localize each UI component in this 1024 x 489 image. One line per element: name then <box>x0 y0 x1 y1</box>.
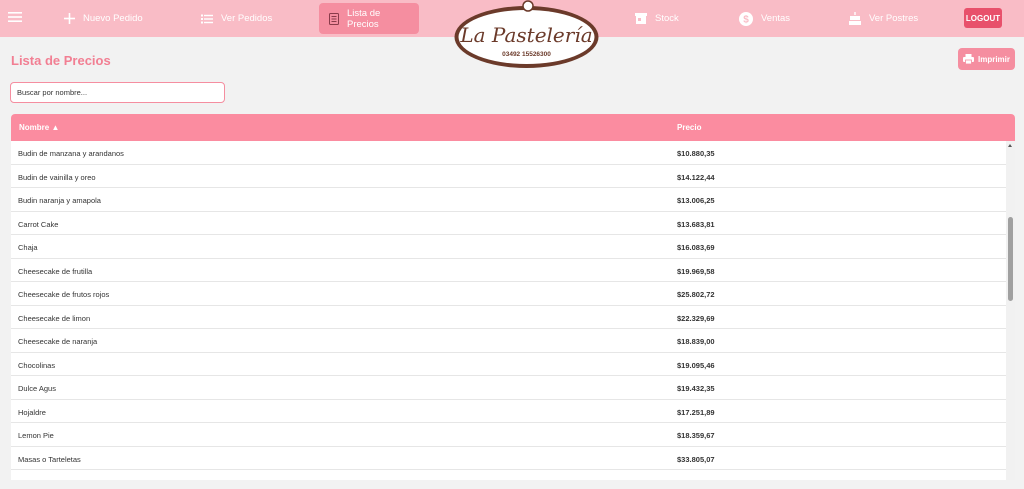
table-row: Budin naranja y amapola $13.006,25 <box>11 188 1006 212</box>
price-table: Nombre ▲ Precio Budin de manzana y arand… <box>11 114 1015 480</box>
product-name: Hojaldre <box>18 407 46 417</box>
book-icon <box>329 12 339 25</box>
store-icon <box>635 13 647 24</box>
product-price: $17.251,89 <box>677 407 715 417</box>
nav-ver-postres[interactable]: Ver Postres <box>849 0 918 37</box>
printer-icon <box>962 54 974 64</box>
nav-stock[interactable]: Stock <box>635 0 679 37</box>
nav-label: Ver Postres <box>869 13 919 24</box>
la-pasteleria-logo: La Pastelería 03492 15526300 <box>454 0 599 68</box>
product-name: Cheesecake de frutilla <box>18 266 93 276</box>
product-name: Chocolinas <box>18 360 56 370</box>
table-row: Cheesecake de naranja $18.839,00 <box>11 329 1006 353</box>
nav-label: Lista de Precios <box>347 7 381 30</box>
cake-icon <box>849 12 861 25</box>
svg-text:La Pastelería: La Pastelería <box>459 23 592 47</box>
product-price: $19.095,46 <box>677 360 715 370</box>
product-price: $22.329,69 <box>677 313 715 323</box>
product-price: $19.432,35 <box>677 384 715 393</box>
nav-label: Ver Pedidos <box>221 13 273 24</box>
product-name: Cheesecake de naranja <box>18 337 98 346</box>
product-name: Budin de vainilla y oreo <box>18 172 96 182</box>
table-row: Lemon Pie $18.359,67 <box>11 423 1006 447</box>
column-header-precio: Precio <box>677 123 702 132</box>
product-name: Masas o Tarteletas <box>18 454 81 464</box>
product-price: $25.802,72 <box>677 290 715 299</box>
product-name: Cheesecake de limon <box>18 313 91 323</box>
nav-label: Stock <box>655 13 679 24</box>
product-name: Budin de manzana y arandanos <box>18 149 124 158</box>
scrollbar-thumb[interactable] <box>1008 217 1013 301</box>
nav-ver-pedidos[interactable]: Ver Pedidos <box>201 0 272 37</box>
product-name: Dulce Agus <box>18 384 56 393</box>
print-label: Imprimir <box>977 54 1010 64</box>
list-icon <box>201 14 213 24</box>
table-row: Hojaldre $17.251,89 <box>11 400 1006 423</box>
table-row: Dulce Agus $19.432,35 <box>11 376 1006 400</box>
nav-lista-de-precios[interactable]: Lista de Precios <box>319 3 419 34</box>
table-row: Cheesecake de frutilla $19.969,58 <box>11 259 1006 282</box>
nav-nuevo-pedido[interactable]: Nuevo Pedido <box>64 0 143 37</box>
table-header: Nombre ▲ Precio <box>11 114 1015 141</box>
logout-button[interactable]: LOGOUT <box>964 8 1002 28</box>
table-row: Cheesecake de limon $22.329,69 <box>11 306 1006 329</box>
table-body: Budin de manzana y arandanos $10.880,35 Bu… <box>11 141 1006 470</box>
product-price: $33.805,07 <box>677 454 715 464</box>
search-input[interactable] <box>10 82 225 103</box>
product-name: Chaja <box>18 243 38 252</box>
product-name: Carrot Cake <box>18 219 59 229</box>
nav-label: Ventas <box>761 13 791 24</box>
scroll-up-arrow-icon[interactable] <box>1008 144 1012 147</box>
product-price: $10.880,35 <box>677 149 715 158</box>
table-row: Budin de manzana y arandanos $10.880,35 <box>11 141 1006 165</box>
product-price: $19.969,58 <box>677 266 715 276</box>
table-row: Cheesecake de frutos rojos $25.802,72 <box>11 282 1006 306</box>
table-row: Masas o Tarteletas $33.805,07 <box>11 447 1006 470</box>
svg-text:$: $ <box>743 14 749 25</box>
table-row: Budin de vainilla y oreo $14.122,44 <box>11 165 1006 188</box>
product-price: $18.839,00 <box>677 337 715 346</box>
table-row: Chocolinas $19.095,46 <box>11 353 1006 376</box>
product-name: Lemon Pie <box>18 431 54 440</box>
page-title: Lista de Precios <box>11 53 111 68</box>
plus-icon <box>64 13 75 24</box>
product-name: Cheesecake de frutos rojos <box>18 290 110 299</box>
table-row: Carrot Cake $13.683,81 <box>11 212 1006 235</box>
column-header-nombre[interactable]: Nombre ▲ <box>19 123 59 132</box>
product-price: $13.006,25 <box>677 196 715 205</box>
print-button[interactable]: Imprimir <box>958 48 1015 70</box>
table-row: Chaja $16.083,69 <box>11 235 1006 259</box>
nav-ventas[interactable]: $ Ventas <box>739 0 790 37</box>
product-price: $13.683,81 <box>677 219 715 229</box>
nav-label: Nuevo Pedido <box>83 13 143 24</box>
table-scrollbar[interactable] <box>1006 141 1015 480</box>
product-price: $16.083,69 <box>677 243 715 252</box>
product-price: $14.122,44 <box>677 172 715 182</box>
product-name: Budin naranja y amapola <box>18 196 101 205</box>
hamburger-menu-icon[interactable] <box>8 10 22 24</box>
product-price: $18.359,67 <box>677 431 715 440</box>
dollar-icon: $ <box>739 11 753 26</box>
svg-text:03492 15526300: 03492 15526300 <box>502 51 551 58</box>
